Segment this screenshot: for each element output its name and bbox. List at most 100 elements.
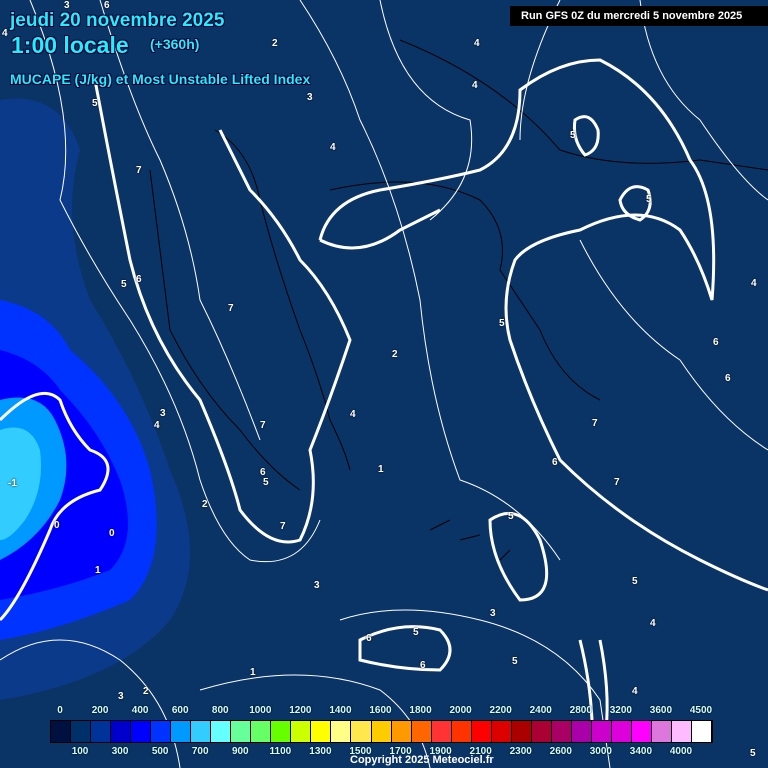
legend-swatch — [171, 721, 192, 742]
legend-swatch — [251, 721, 272, 742]
legend-label-bottom: 300 — [111, 746, 129, 757]
contour-label: 5 — [121, 279, 127, 290]
contour-label: 7 — [260, 420, 266, 431]
legend-swatch — [351, 721, 372, 742]
forecast-date: jeudi 20 novembre 2025 — [10, 10, 225, 31]
contour-label: 4 — [474, 38, 480, 49]
legend-label-top: 1400 — [329, 705, 352, 716]
contour-label: 7 — [228, 303, 234, 314]
contour-label: 1 — [250, 667, 256, 678]
contour-label: 5 — [263, 477, 269, 488]
legend-label-top: 1200 — [289, 705, 312, 716]
contour-label: 6 — [713, 337, 719, 348]
contour-label: 2 — [143, 686, 149, 697]
contour-label: 6 — [136, 274, 142, 285]
legend-swatch — [411, 721, 432, 742]
contour-label: 7 — [280, 521, 286, 532]
legend-label-bottom: 1300 — [309, 746, 332, 757]
lead-time: (+360h) — [150, 36, 200, 52]
contour-label: 5 — [646, 194, 652, 205]
contour-label: 5 — [750, 748, 756, 759]
copyright: Copyright 2025 Meteociel.fr — [350, 754, 494, 766]
contour-label: 3 — [118, 691, 124, 702]
forecast-time: 1:00 locale — [11, 32, 129, 58]
legend-swatch — [331, 721, 352, 742]
contour-label: 2 — [392, 349, 398, 360]
contour-label: 1 — [378, 464, 384, 475]
legend-label-top: 2400 — [529, 705, 552, 716]
legend-label-top: 3600 — [649, 705, 673, 716]
legend-swatch — [51, 721, 72, 742]
contour-label: 4 — [472, 80, 478, 91]
legend-label-top: 600 — [171, 705, 189, 716]
contour-label: 2 — [202, 499, 208, 510]
legend-label-bottom: 100 — [71, 746, 89, 757]
legend-swatch — [211, 721, 232, 742]
legend-swatch — [571, 721, 592, 742]
contour-label: 7 — [136, 165, 142, 176]
legend-swatch — [451, 721, 472, 742]
legend-swatch — [231, 721, 252, 742]
contour-label: 7 — [592, 418, 598, 429]
legend-label-top: 3200 — [609, 705, 632, 716]
contour-label: 1 — [95, 565, 101, 576]
contour-label: 5 — [570, 130, 576, 141]
legend-label-top: 1000 — [249, 705, 272, 716]
legend-label-top: 2800 — [569, 705, 592, 716]
contour-label: 4 — [632, 686, 638, 697]
legend-label-bottom: 3400 — [629, 746, 653, 757]
contour-label: 4 — [330, 142, 336, 153]
contour-label: 7 — [614, 477, 620, 488]
run-info: Run GFS 0Z du mercredi 5 novembre 2025 — [510, 6, 768, 26]
legend-swatch — [131, 721, 152, 742]
contour-label: 3 — [307, 92, 313, 103]
legend-swatch — [91, 721, 112, 742]
legend-swatch — [692, 721, 713, 742]
legend-swatch — [391, 721, 412, 742]
contour-label: 2 — [272, 38, 278, 49]
contour-label: 6 — [552, 457, 558, 468]
legend-label-top: 1600 — [369, 705, 392, 716]
legend-swatch — [591, 721, 612, 742]
legend-swatch — [311, 721, 332, 742]
legend-label-top: 2200 — [489, 705, 512, 716]
legend-label-bottom: 1100 — [269, 746, 292, 757]
legend-label-bottom: 3000 — [589, 746, 612, 757]
legend-label-bottom: 500 — [151, 746, 169, 757]
legend-label-top: 1800 — [409, 705, 432, 716]
legend-label-bottom: 4000 — [669, 746, 693, 757]
contour-label: 4 — [2, 28, 8, 39]
contour-label: 0 — [109, 528, 115, 539]
contour-label: 5 — [413, 627, 419, 638]
legend-swatch — [651, 721, 672, 742]
legend-label-top: 4500 — [689, 705, 713, 716]
contour-label: 3 — [490, 608, 496, 619]
color-legend — [50, 720, 713, 743]
legend-swatch — [471, 721, 492, 742]
contour-label: 4 — [350, 409, 356, 420]
contour-label: 4 — [154, 420, 160, 431]
contour-label: 6 — [725, 373, 731, 384]
contour-label: 3 — [314, 580, 320, 591]
contour-label: 6 — [366, 633, 372, 644]
map-title: MUCAPE (J/kg) et Most Unstable Lifted In… — [10, 71, 311, 87]
legend-label-top: 0 — [57, 705, 63, 716]
legend-label-top: 2000 — [449, 705, 472, 716]
contour-label: 4 — [751, 278, 757, 289]
contour-label: 4 — [650, 618, 656, 629]
legend-swatch — [511, 721, 532, 742]
contour-label: 5 — [92, 98, 98, 109]
legend-swatch — [371, 721, 392, 742]
legend-swatch — [271, 721, 292, 742]
contour-label: 5 — [632, 576, 638, 587]
legend-label-bottom: 2600 — [549, 746, 572, 757]
legend-swatch — [551, 721, 572, 742]
mucape-map — [0, 0, 768, 768]
legend-swatch — [491, 721, 512, 742]
legend-swatch — [71, 721, 92, 742]
legend-label-top: 400 — [131, 705, 149, 716]
contour-label: 5 — [508, 511, 514, 522]
legend-swatch — [151, 721, 172, 742]
legend-swatch — [111, 721, 132, 742]
legend-swatch — [431, 721, 452, 742]
